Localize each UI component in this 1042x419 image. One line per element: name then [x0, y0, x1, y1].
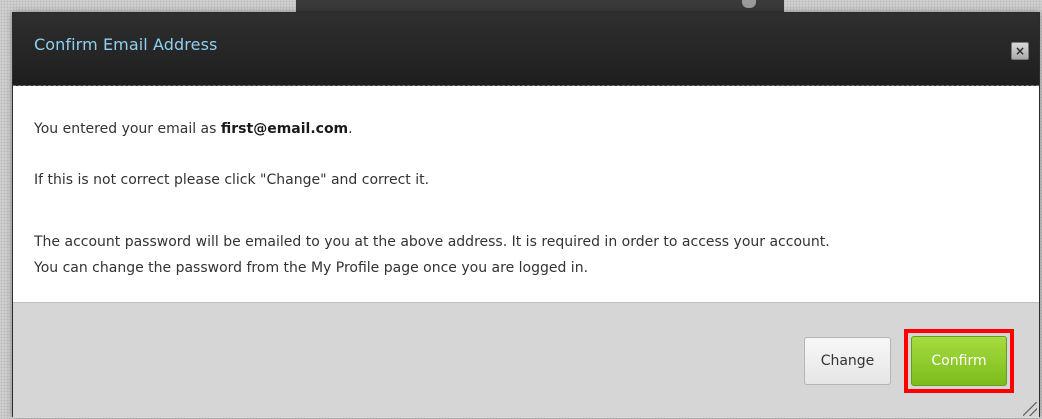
resize-grip-icon[interactable] — [1023, 402, 1037, 416]
email-suffix-text: . — [348, 121, 353, 137]
password-change-notice: You can change the password from the My … — [34, 260, 589, 276]
confirm-email-dialog: Confirm Email Address × You entered your… — [12, 12, 1040, 418]
confirm-button[interactable]: Confirm — [911, 336, 1007, 386]
dialog-footer: Change Confirm — [13, 302, 1039, 418]
change-instruction-text: If this is not correct please click "Cha… — [34, 172, 430, 188]
password-email-notice: The account password will be emailed to … — [34, 234, 830, 250]
dialog-titlebar[interactable]: Confirm Email Address × — [13, 13, 1039, 86]
change-button[interactable]: Change — [804, 337, 891, 385]
dialog-title: Confirm Email Address — [34, 35, 218, 54]
dialog-body: You entered your email as first@email.co… — [13, 87, 1039, 302]
email-confirmation-line: You entered your email as first@email.co… — [34, 119, 353, 139]
email-prefix-text: You entered your email as — [34, 121, 221, 137]
background-toolbar-strip — [296, 0, 784, 12]
entered-email: first@email.com — [220, 121, 349, 137]
close-icon[interactable]: × — [1011, 42, 1029, 60]
